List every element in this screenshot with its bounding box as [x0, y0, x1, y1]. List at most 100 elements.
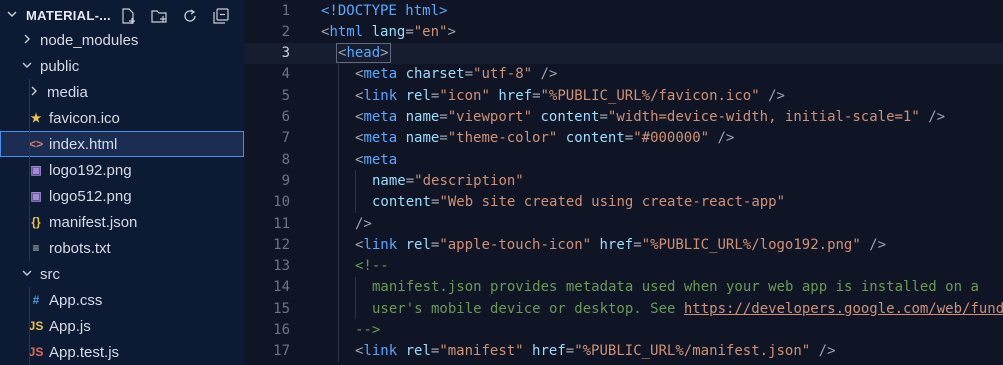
tree-item-label: public — [40, 57, 80, 75]
code-token-doctype: > — [439, 2, 448, 19]
code-token-str: "manifest" — [439, 343, 533, 360]
code-token-tag: meta — [363, 66, 406, 83]
code-token-doctype: <!DOCTYPE — [321, 2, 406, 19]
code-text: user's mobile device or desktop. See htt… — [372, 301, 1003, 317]
tree-file-robots-txt[interactable]: ≡ robots.txt — [0, 235, 244, 261]
code-token-str: "viewport" — [447, 109, 541, 125]
tree-folder-node-modules[interactable]: node_modules — [0, 27, 244, 53]
line-number: 7 — [281, 130, 290, 147]
tree-item-label: media — [47, 83, 88, 101]
line-number: 15 — [273, 300, 290, 317]
tree-folder-media[interactable]: media — [0, 79, 244, 105]
code-token-tag: link — [363, 236, 406, 253]
tree-file-app-js[interactable]: JS App.js — [0, 313, 244, 339]
new-file-icon[interactable] — [118, 6, 137, 25]
code-token-punct: = — [532, 87, 541, 104]
code-token-link[interactable]: https://developers.google.com/web/fund — [684, 301, 1003, 317]
code-text: <link rel="manifest" href="%PUBLIC_URL%/… — [355, 343, 836, 359]
code-text: <meta name="viewport" content="width=dev… — [355, 109, 945, 125]
indent-guide — [355, 276, 356, 320]
line-number: 5 — [281, 87, 290, 104]
code-token-tag: html — [405, 2, 440, 19]
code-token-str: "width=device-width, initial-scale=1" — [607, 109, 920, 125]
code-token-str: "theme-color" — [447, 130, 566, 147]
code-line[interactable]: 15 user's mobile device or desktop. See h… — [244, 298, 1003, 319]
vscode-window: MATERIAL-... node_modulespublic media ★ fav… — [0, 0, 1003, 365]
tree-file-app-test-js[interactable]: JS App.test.js — [0, 339, 244, 365]
code-token-tag: html — [329, 23, 372, 40]
code-line[interactable]: 9 name="description" — [244, 170, 1003, 191]
code-token-attr: charset — [405, 66, 465, 83]
tree-item-label: node_modules — [40, 31, 139, 49]
code-text: <!-- — [355, 258, 389, 274]
tree-file-favicon-ico[interactable]: ★ favicon.ico — [0, 105, 244, 131]
line-number: 9 — [281, 172, 290, 189]
code-line[interactable]: 5 <link rel="icon" href="%PUBLIC_URL%/fav… — [244, 85, 1003, 106]
code-token-attr: rel — [405, 87, 431, 104]
code-line[interactable]: 16 --> — [244, 320, 1003, 341]
line-number: 4 — [281, 66, 290, 83]
code-token-attr: lang — [371, 23, 406, 40]
tree-item-label: App.css — [49, 291, 103, 309]
tree-item-label: robots.txt — [49, 239, 111, 257]
collapse-all-icon[interactable] — [211, 6, 230, 25]
code-token-tag: head — [346, 45, 381, 62]
new-folder-icon[interactable] — [149, 6, 168, 25]
tree-file-logo192-png[interactable]: ▣ logo192.png — [0, 157, 244, 183]
line-number: 8 — [281, 151, 290, 168]
code-line[interactable]: 10 content="Web site created using create… — [244, 192, 1003, 213]
code-line[interactable]: 13 <!-- — [244, 256, 1003, 277]
chevron-right-icon[interactable] — [20, 33, 34, 48]
code-token-str: "en" — [413, 23, 448, 40]
code-line[interactable]: 6 <meta name="viewport" content="width=de… — [244, 107, 1003, 128]
code-token-str: "#000000" — [633, 130, 710, 147]
code-line[interactable]: 4 <meta charset="utf-8" /> — [244, 64, 1003, 85]
code-text: <link rel="icon" href="%PUBLIC_URL%/favi… — [355, 88, 785, 104]
tree-item-label: manifest.json — [49, 213, 138, 231]
refresh-icon[interactable] — [180, 6, 199, 25]
explorer-title: MATERIAL-... — [26, 7, 111, 23]
code-token-punct: = — [439, 130, 448, 147]
tree-folder-public[interactable]: public — [0, 53, 244, 79]
code-token-punct: > — [447, 23, 456, 40]
code-line[interactable]: 7 <meta name="theme-color" content="#0000… — [244, 128, 1003, 149]
code-token-punct: = — [439, 109, 448, 125]
line-number: 12 — [273, 236, 290, 253]
code-line[interactable]: 3 <head> — [244, 42, 1003, 64]
tree-file-manifest-json[interactable]: {} manifest.json — [0, 209, 244, 235]
code-line[interactable]: 1 <!DOCTYPE html> — [244, 0, 1003, 21]
code-text: <!DOCTYPE html> — [321, 3, 447, 19]
code-text: <head> — [336, 43, 391, 64]
chevron-down-icon[interactable] — [20, 267, 34, 282]
line-number: 10 — [273, 194, 290, 211]
code-line[interactable]: 8 <meta — [244, 149, 1003, 170]
code-token-punct: /> — [532, 66, 558, 83]
code-token-punct: /> — [810, 343, 836, 360]
file-tree: node_modulespublic media ★ favicon.ico <> ind… — [0, 27, 244, 365]
code-line[interactable]: 12 <link rel="apple-touch-icon" href="%PU… — [244, 234, 1003, 255]
tree-folder-src[interactable]: src — [0, 261, 244, 287]
code-token-punct: = — [464, 66, 474, 83]
code-token-punct: = — [565, 343, 575, 360]
code-token-tag: meta — [363, 151, 398, 168]
code-line[interactable]: 11 /> — [244, 213, 1003, 234]
tree-file-app-css[interactable]: # App.css — [0, 287, 244, 313]
code-token-punct: /> — [759, 87, 785, 104]
tree-file-logo512-png[interactable]: ▣ logo512.png — [0, 183, 244, 209]
code-token-attr: name — [372, 172, 406, 189]
tree-item-label: src — [40, 265, 60, 283]
code-token-tag: link — [363, 87, 406, 104]
code-token-attr: content — [372, 194, 432, 211]
code-editor[interactable]: I 1<!DOCTYPE html>2<html lang="en">3<hea… — [244, 0, 1003, 365]
code-line[interactable]: 2 <html lang="en"> — [244, 21, 1003, 42]
code-token-str: "apple-touch-icon" — [439, 236, 600, 253]
code-text: <meta — [355, 152, 397, 168]
chevron-down-icon[interactable] — [6, 8, 20, 23]
code-token-punct: /> — [355, 215, 372, 232]
tree-file-index-html[interactable]: <> index.html — [0, 131, 244, 157]
chevron-down-icon[interactable] — [20, 59, 34, 74]
code-line[interactable]: 14 manifest.json provides metadata used w… — [244, 277, 1003, 298]
code-token-punct: = — [624, 130, 634, 147]
code-text: manifest.json provides metadata used whe… — [372, 279, 979, 295]
code-line[interactable]: 17 <link rel="manifest" href="%PUBLIC_URL… — [244, 341, 1003, 362]
